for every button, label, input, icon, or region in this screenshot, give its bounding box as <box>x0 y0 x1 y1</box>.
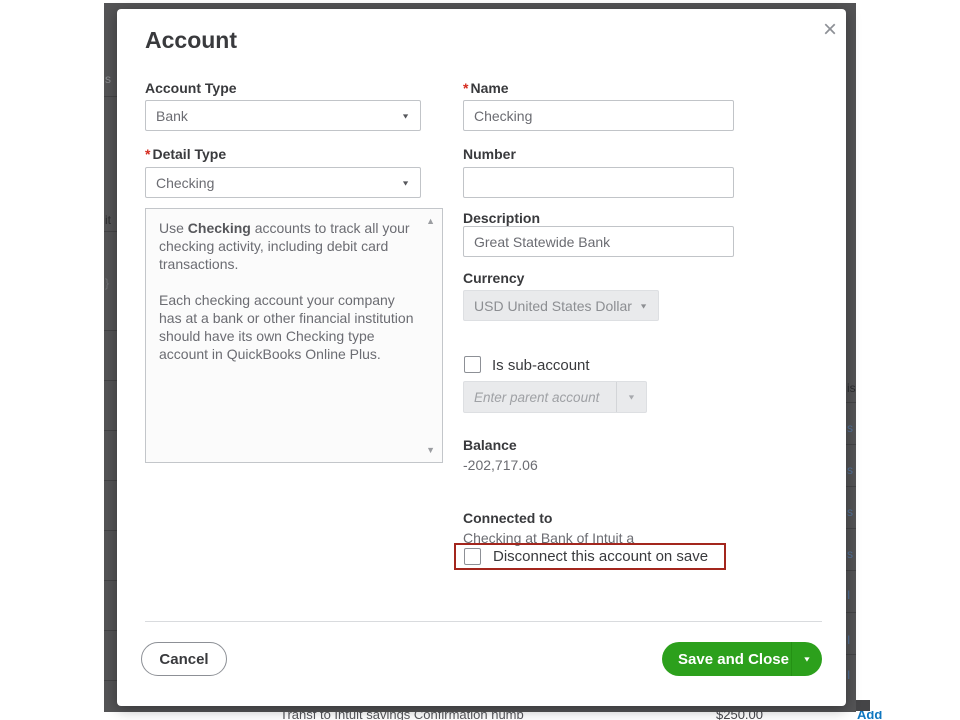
bg-text-fragment: s <box>105 73 111 85</box>
name-input[interactable] <box>463 100 734 131</box>
account-type-value: Bank <box>156 108 188 124</box>
detail-type-select[interactable]: Checking ▼ <box>145 167 421 198</box>
bg-text-fragment: I <box>847 634 850 646</box>
detail-type-value: Checking <box>156 175 214 191</box>
bg-text-fragment: is <box>847 382 856 394</box>
balance-label: Balance <box>463 437 517 453</box>
description-label: Description <box>463 210 540 226</box>
detail-type-description-text: Use Checking accounts to track all your … <box>159 219 421 363</box>
bg-row-amount: $250.00 <box>716 711 763 720</box>
number-input[interactable] <box>463 167 734 198</box>
bg-row-action-link[interactable]: Add <box>857 711 882 720</box>
name-label: *Name <box>463 80 509 96</box>
parent-account-combo: Enter parent account ▼ <box>463 381 647 413</box>
account-type-label: Account Type <box>145 80 237 96</box>
close-icon[interactable]: × <box>815 15 845 45</box>
required-asterisk: * <box>463 80 468 96</box>
currency-label: Currency <box>463 270 524 286</box>
save-and-close-button[interactable]: Save and Close ▼ <box>662 642 822 676</box>
page: s it} is s s s s I I I Transf to Intuit savings … <box>0 0 960 720</box>
disconnect-label: Disconnect this account on save <box>493 548 708 565</box>
chevron-down-icon: ▼ <box>639 302 648 310</box>
background-table-row: Transf to Intuit savings Confirmation nu… <box>0 711 960 720</box>
bg-text-fragment: it <box>105 214 111 226</box>
scroll-up-icon[interactable]: ▲ <box>426 216 435 226</box>
background-scroll-notch <box>856 700 870 711</box>
sub-account-label: Is sub-account <box>492 357 590 374</box>
scroll-down-icon[interactable]: ▼ <box>426 445 435 455</box>
chevron-down-icon: ▼ <box>401 179 410 187</box>
currency-select: USD United States Dollar ▼ <box>463 290 659 321</box>
chevron-down-icon: ▼ <box>401 112 410 120</box>
footer-divider <box>145 621 822 622</box>
parent-account-placeholder: Enter parent account <box>474 390 599 405</box>
bg-text-fragment: s <box>847 422 853 434</box>
background-left-strip: s it} <box>104 3 117 712</box>
detail-type-description-box[interactable]: Use Checking accounts to track all your … <box>145 208 443 463</box>
disconnect-annotation-box: Disconnect this account on save <box>454 543 726 570</box>
connected-to-label: Connected to <box>463 510 552 526</box>
account-modal: × Account Account Type *Name Bank ▼ *Det… <box>117 9 846 706</box>
bg-text-fragment: s <box>847 548 853 560</box>
chevron-down-icon: ▼ <box>627 393 636 401</box>
modal-title: Account <box>145 27 237 54</box>
save-options-dropdown[interactable]: ▼ <box>791 642 822 676</box>
currency-value: USD United States Dollar <box>474 298 632 314</box>
parent-account-caret-section: ▼ <box>616 382 646 412</box>
disconnect-checkbox[interactable] <box>464 548 481 565</box>
chevron-down-icon: ▼ <box>803 655 812 663</box>
bg-text-fragment: } <box>105 277 109 289</box>
detail-type-label: *Detail Type <box>145 146 226 162</box>
balance-value: -202,717.06 <box>463 457 538 473</box>
bg-text-fragment: s <box>847 464 853 476</box>
bg-text-fragment: I <box>847 669 850 681</box>
number-label: Number <box>463 146 516 162</box>
sub-account-checkbox[interactable] <box>464 356 481 373</box>
bg-row-description: Transf to Intuit savings Confirmation nu… <box>280 711 524 720</box>
bg-text-fragment: I <box>847 589 850 601</box>
account-type-select[interactable]: Bank ▼ <box>145 100 421 131</box>
bg-text-fragment: s <box>847 506 853 518</box>
description-input[interactable] <box>463 226 734 257</box>
cancel-button[interactable]: Cancel <box>141 642 227 676</box>
background-right-strip: is s s s s I I I <box>846 3 856 712</box>
save-and-close-label: Save and Close <box>662 642 791 676</box>
required-asterisk: * <box>145 146 150 162</box>
